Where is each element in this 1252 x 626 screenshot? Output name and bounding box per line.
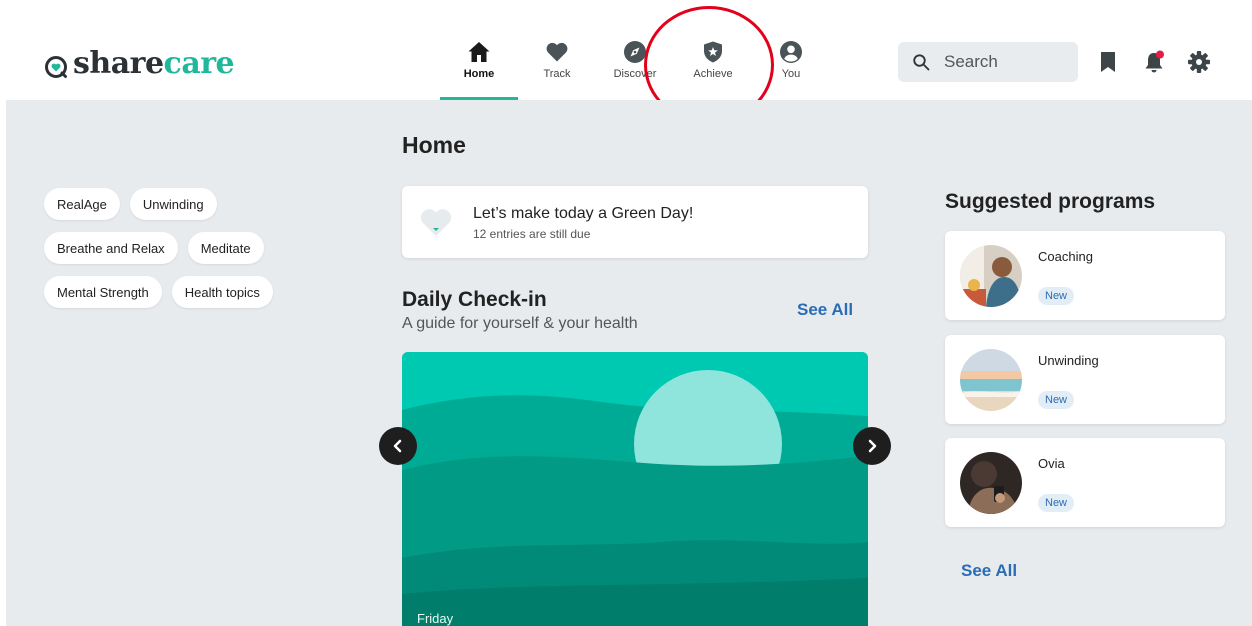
nav-home[interactable]: Home <box>440 38 518 100</box>
search-icon <box>913 54 930 71</box>
nav-achieve[interactable]: Achieve <box>674 38 752 100</box>
carousel-next-button[interactable] <box>853 427 891 465</box>
program-card-unwinding[interactable]: Unwinding New <box>945 335 1225 424</box>
chip-row: RealAge Unwinding <box>44 188 294 220</box>
chip-unwinding[interactable]: Unwinding <box>129 188 217 220</box>
chip-row: Breathe and Relax Meditate <box>44 232 294 264</box>
logo-mark-icon <box>44 52 68 78</box>
new-badge: New <box>1038 287 1075 305</box>
program-name: Coaching <box>1038 249 1093 264</box>
chevron-right-icon <box>868 439 877 453</box>
new-badge: New <box>1038 494 1075 512</box>
green-day-subtitle: 12 entries are still due <box>473 227 591 241</box>
program-card-coaching[interactable]: Coaching New <box>945 231 1225 320</box>
search-box[interactable] <box>898 42 1078 82</box>
nav-discover[interactable]: Discover <box>596 38 674 100</box>
chip-breathe-relax[interactable]: Breathe and Relax <box>44 232 178 264</box>
bell-icon[interactable] <box>1142 50 1166 74</box>
nav-you[interactable]: You <box>752 38 830 100</box>
nav-you-label: You <box>781 68 801 80</box>
nav-track[interactable]: Track <box>518 38 596 100</box>
compass-icon <box>624 41 646 63</box>
program-card-ovia[interactable]: Ovia New <box>945 438 1225 527</box>
sharecare-logo[interactable]: share care <box>44 46 235 81</box>
user-circle-icon <box>780 41 802 63</box>
new-badge: New <box>1038 391 1075 409</box>
nav-track-label: Track <box>543 68 571 80</box>
heart-progress-icon <box>420 209 452 236</box>
carousel-prev-button[interactable] <box>379 427 417 465</box>
main-nav: Home Track Discover Achieve You <box>440 38 830 100</box>
suggested-programs-title: Suggested programs <box>945 190 1156 213</box>
program-name: Ovia <box>1038 456 1065 471</box>
green-day-title: Let’s make today a Green Day! <box>473 205 694 222</box>
heart-icon <box>546 42 568 62</box>
search-input[interactable] <box>944 52 1064 72</box>
chip-mental-strength[interactable]: Mental Strength <box>44 276 162 308</box>
chip-health-topics[interactable]: Health topics <box>171 276 273 308</box>
programs-see-all-link[interactable]: See All <box>961 561 1017 581</box>
chip-realage[interactable]: RealAge <box>44 188 120 220</box>
page-title: Home <box>402 132 466 158</box>
checkin-title: Daily Check-in <box>402 288 547 311</box>
bookmark-icon[interactable] <box>1096 50 1120 74</box>
home-icon <box>468 42 490 62</box>
program-avatar <box>960 349 1022 411</box>
checkin-subtitle: A guide for yourself & your health <box>402 315 638 332</box>
chevron-left-icon <box>393 439 402 453</box>
program-avatar <box>960 245 1022 307</box>
logo-text-care: care <box>163 46 235 81</box>
green-day-card[interactable]: Let’s make today a Green Day! 12 entries… <box>402 186 868 258</box>
logo-text-share: share <box>73 46 164 81</box>
top-header: share care Home Track Discover Achieve Yo… <box>0 0 1252 100</box>
checkin-see-all-link[interactable]: See All <box>797 300 853 320</box>
checkin-hero-card[interactable]: Friday <box>402 352 868 626</box>
program-avatar <box>960 452 1022 514</box>
nav-home-label: Home <box>463 68 495 80</box>
topic-chips: RealAge Unwinding Breathe and Relax Medi… <box>44 188 294 320</box>
chip-meditate[interactable]: Meditate <box>187 232 264 264</box>
gear-icon[interactable] <box>1187 50 1211 74</box>
nav-discover-label: Discover <box>613 68 657 80</box>
program-name: Unwinding <box>1038 353 1099 368</box>
hero-day-label: Friday <box>417 611 454 626</box>
hero-illustration <box>402 352 868 626</box>
shield-star-icon <box>704 41 722 63</box>
nav-achieve-label: Achieve <box>693 68 733 80</box>
chip-row: Mental Strength Health topics <box>44 276 294 308</box>
